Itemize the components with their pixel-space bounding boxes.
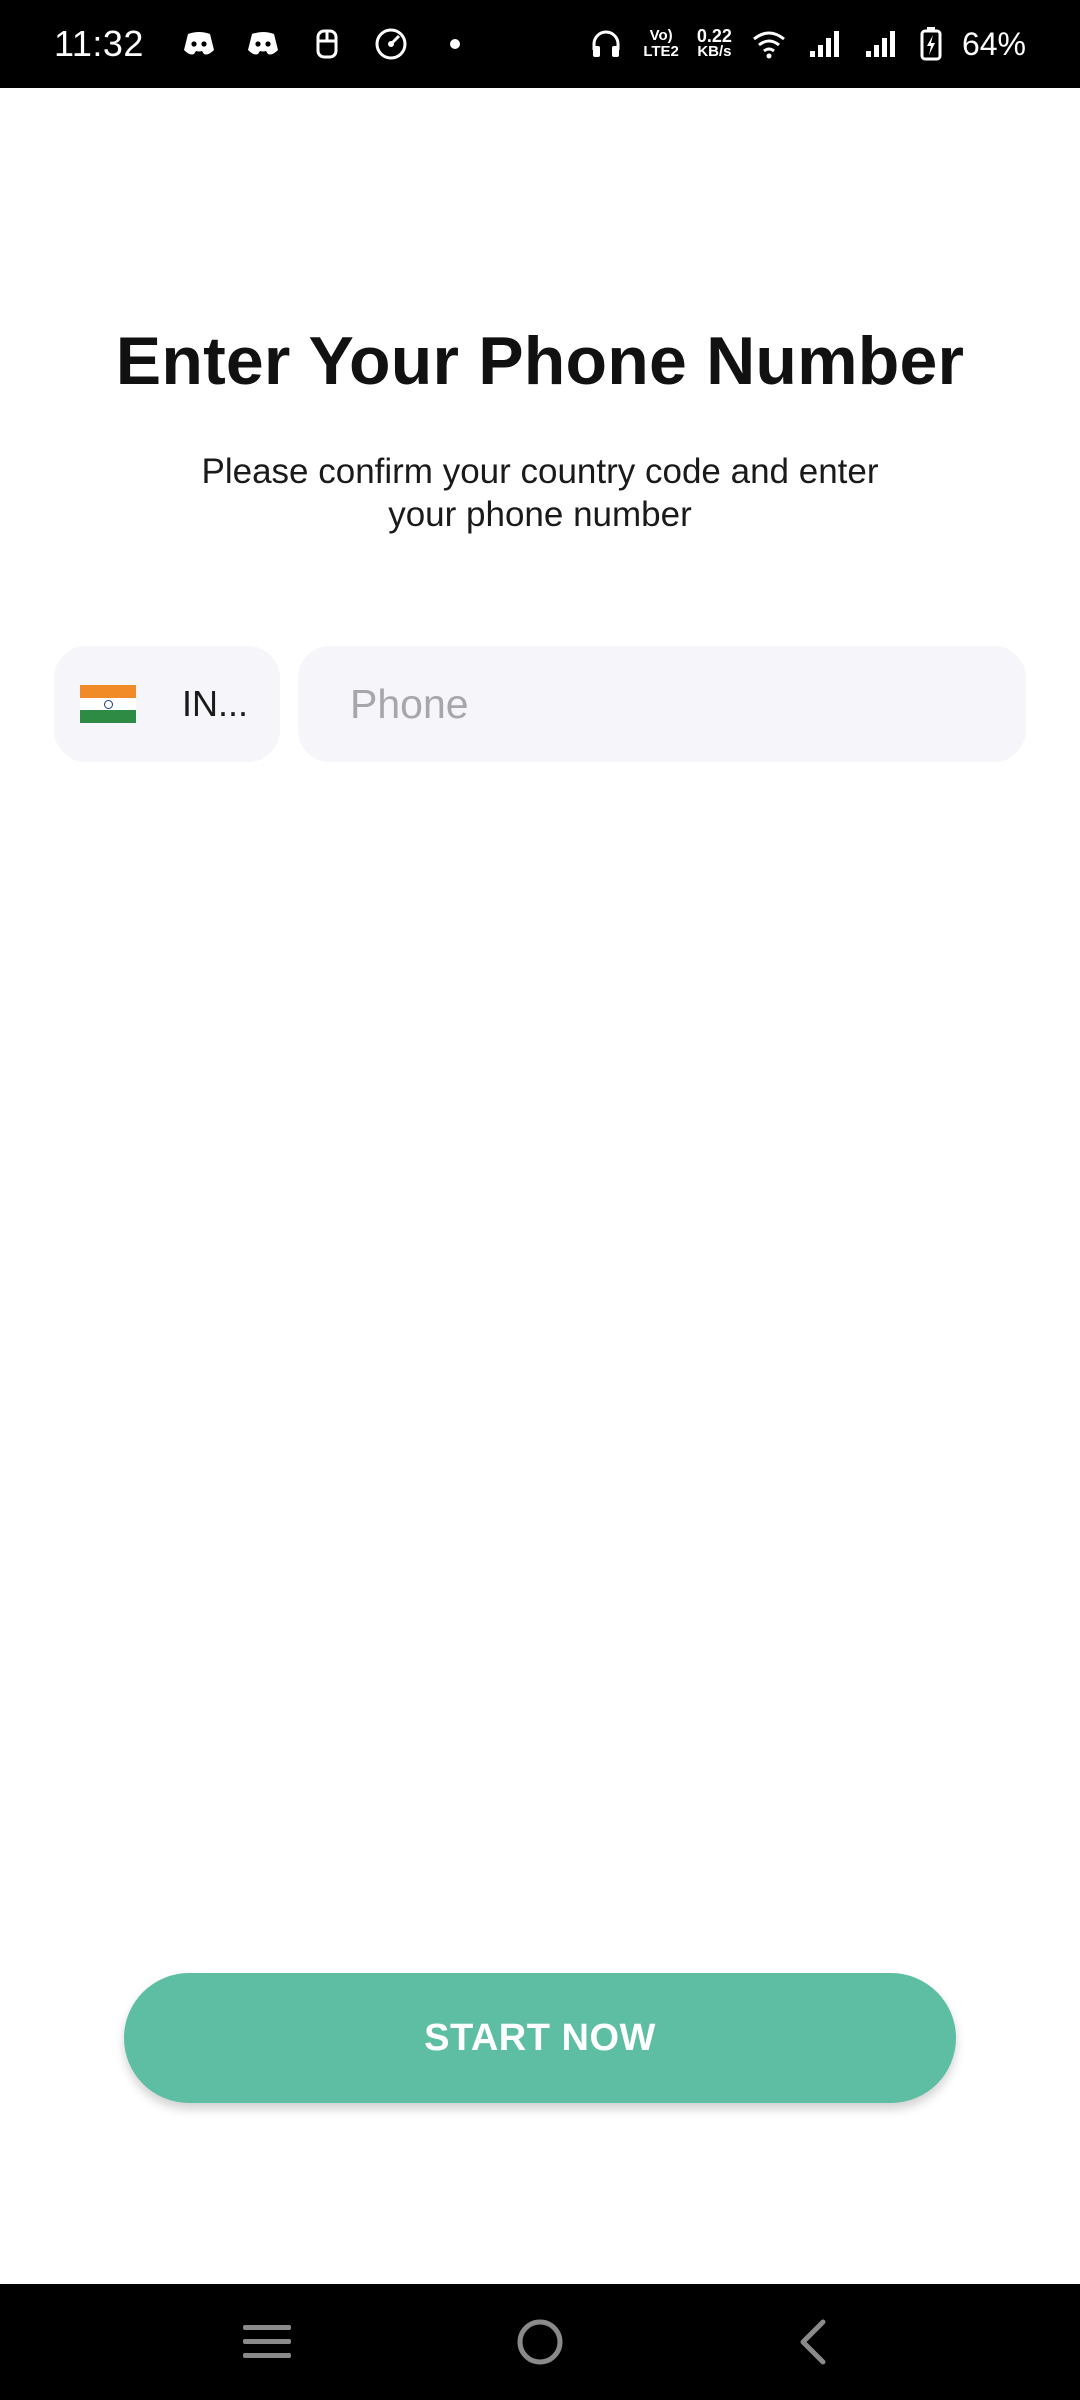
gamepad-icon	[308, 25, 346, 63]
dot-icon	[436, 25, 474, 63]
start-now-button[interactable]: START NOW	[124, 1973, 956, 2103]
page-title: Enter Your Phone Number	[115, 323, 965, 399]
phone-field[interactable]	[298, 646, 1026, 762]
discord-icon	[180, 25, 218, 63]
volte-bottom-text: LTE2	[643, 43, 679, 60]
india-flag-icon	[80, 685, 136, 724]
battery-percent: 64%	[961, 25, 1026, 62]
status-right: Vo) LTE2 0.22 KB/s 64%	[587, 25, 1026, 63]
status-bar: 11:32 Vo) LTE2 0.22 KB/s 64%	[0, 0, 1080, 88]
speedometer-icon	[372, 25, 410, 63]
menu-icon[interactable]	[227, 2302, 307, 2382]
phone-input[interactable]	[350, 646, 1026, 762]
signal-icon	[862, 25, 900, 63]
page-subtitle: Please confirm your country code and ent…	[201, 452, 879, 534]
system-nav-bar	[0, 2284, 1080, 2400]
status-left: 11:32	[54, 23, 474, 65]
country-code-label: IN...	[182, 683, 249, 724]
network-speed-unit: KB/s	[697, 43, 732, 60]
phone-entry-row: IN...	[54, 646, 1026, 762]
volte-indicator: Vo) LTE2	[643, 28, 679, 60]
home-icon[interactable]	[500, 2302, 580, 2382]
headphones-icon	[587, 25, 625, 63]
country-code-picker[interactable]: IN...	[54, 646, 280, 762]
signal-icon	[806, 25, 844, 63]
status-time: 11:32	[54, 23, 144, 64]
discord-icon	[244, 25, 282, 63]
back-icon[interactable]	[773, 2302, 853, 2382]
volte-top-text: Vo)	[649, 27, 673, 44]
network-speed: 0.22 KB/s	[696, 26, 732, 60]
network-speed-value: 0.22	[696, 26, 732, 46]
battery-charging-icon	[918, 25, 944, 63]
wifi-icon	[750, 25, 788, 63]
